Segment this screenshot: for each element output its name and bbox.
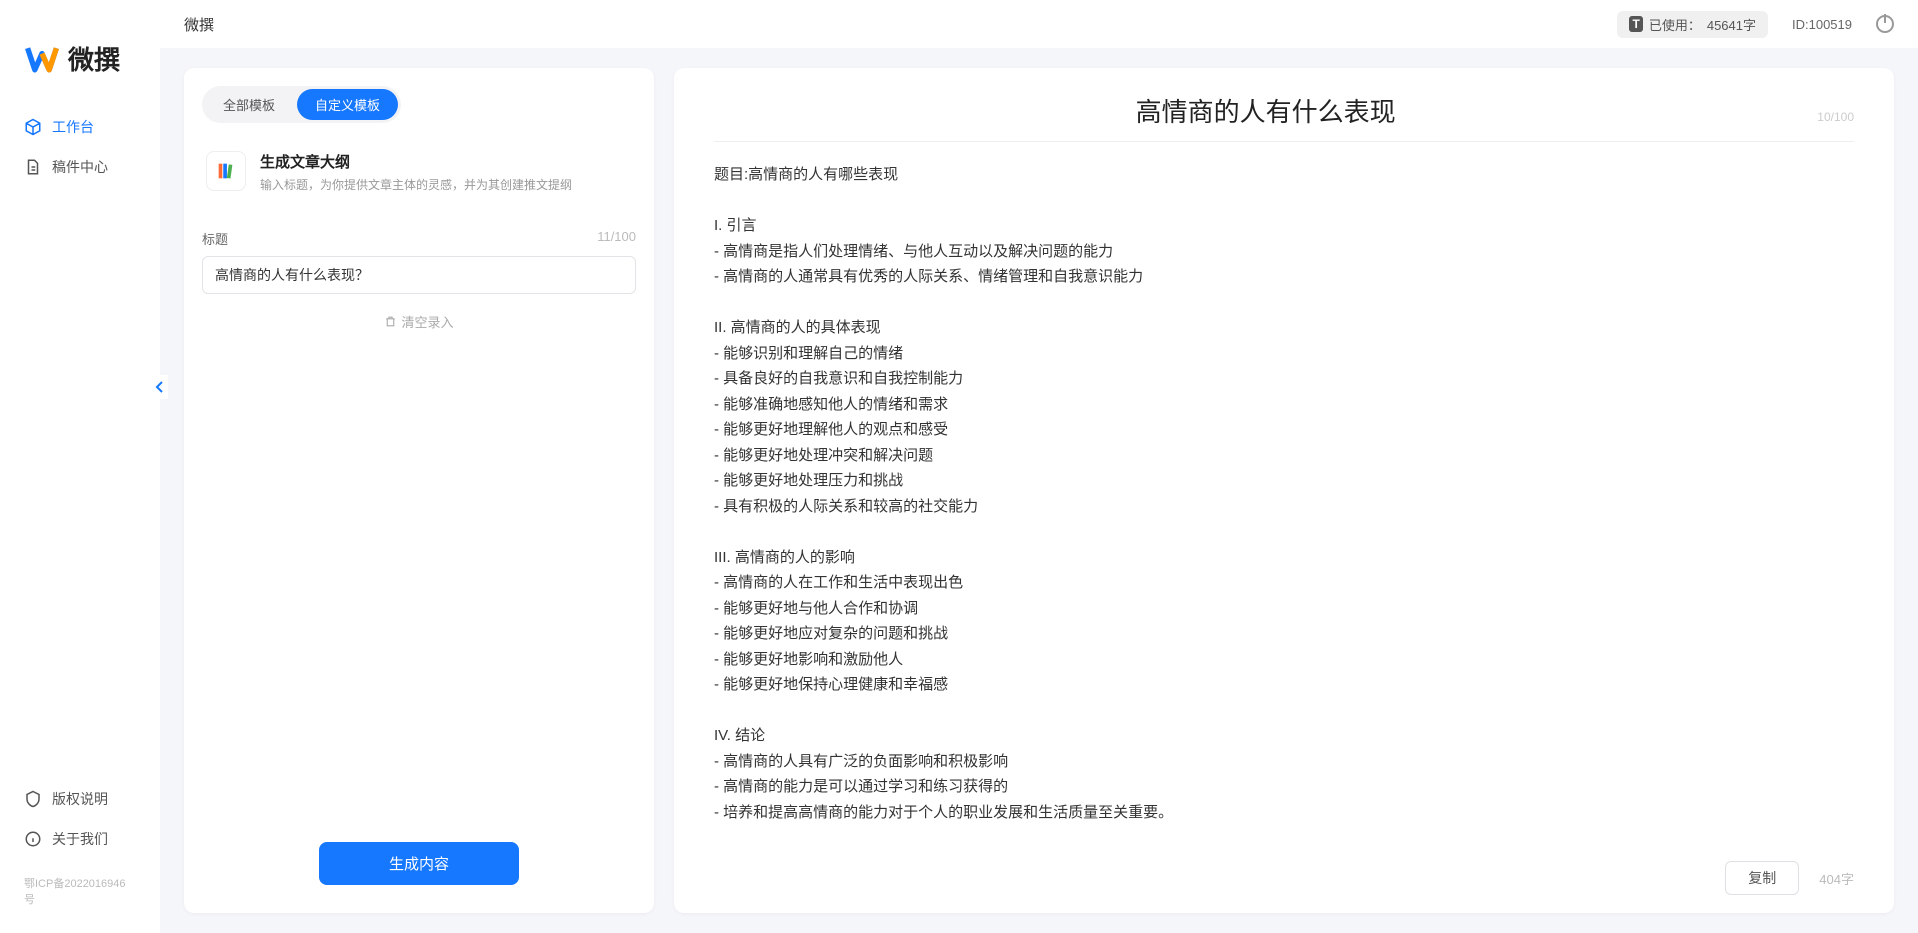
doc-title-row: 高情商的人有什么表现 10/100 [714,92,1854,142]
chevron-left-icon [155,381,165,393]
topbar-title: 微撰 [184,14,214,35]
clear-button[interactable]: 清空录入 [384,312,453,331]
tab-custom-templates[interactable]: 自定义模板 [297,89,398,120]
title-input[interactable] [202,256,636,294]
logo[interactable]: 微撰 [0,20,160,107]
usage-prefix: 已使用： [1649,15,1701,34]
doc-title-count: 10/100 [1817,110,1854,124]
topbar-right: T 已使用： 45641字 ID:100519 [1617,11,1894,38]
field-count: 11/100 [597,229,636,248]
template-card[interactable]: 生成文章大纲 输入标题，为你提供文章主体的灵感，并为其创建推文提纲 [202,143,636,201]
icp-text: 鄂ICP备2022016946号 [0,869,160,913]
text-icon: T [1629,16,1642,32]
user-id: ID:100519 [1792,17,1852,32]
books-icon [215,160,237,182]
power-icon[interactable] [1876,15,1894,33]
collapse-handle[interactable] [152,375,168,399]
doc-title[interactable]: 高情商的人有什么表现 [714,92,1817,129]
field-label: 标题 [202,229,228,248]
topbar: 微撰 T 已使用： 45641字 ID:100519 [160,0,1918,48]
logo-icon [24,41,60,77]
nav-item-drafts[interactable]: 稿件中心 [0,147,160,187]
template-info: 生成文章大纲 输入标题，为你提供文章主体的灵感，并为其创建推文提纲 [260,151,572,193]
content: 全部模板 自定义模板 生成文章大纲 输入标题，为你提供文章主体的灵感，并为其创建… [160,48,1918,933]
template-tabs: 全部模板 自定义模板 [202,86,401,123]
trash-icon [384,315,397,328]
nav-item-label: 稿件中心 [52,157,108,177]
panel-left: 全部模板 自定义模板 生成文章大纲 输入标题，为你提供文章主体的灵感，并为其创建… [184,68,654,913]
panel-right-footer: 复制 404字 [1725,861,1854,895]
template-title: 生成文章大纲 [260,151,572,172]
panel-right: 高情商的人有什么表现 10/100 题目:高情商的人有哪些表现 I. 引言 - … [674,68,1894,913]
sidebar: 微撰 工作台 稿件中心 版权说明 关于我们 鄂ICP备2022016946号 [0,0,160,933]
template-desc: 输入标题，为你提供文章主体的灵感，并为其创建推文提纲 [260,176,572,193]
word-count: 404字 [1819,869,1854,888]
cube-icon [24,118,42,136]
logo-text: 微撰 [68,40,120,77]
shield-icon [24,790,42,808]
copy-button[interactable]: 复制 [1725,861,1799,895]
usage-value: 45641字 [1707,15,1756,34]
document-icon [24,158,42,176]
footer-item-label: 版权说明 [52,789,108,809]
nav-item-label: 工作台 [52,117,94,137]
clear-label: 清空录入 [401,312,453,331]
footer-item-copyright[interactable]: 版权说明 [24,779,136,819]
nav-items: 工作台 稿件中心 [0,107,160,779]
template-icon [206,151,246,191]
doc-body[interactable]: 题目:高情商的人有哪些表现 I. 引言 - 高情商是指人们处理情绪、与他人互动以… [714,162,1854,825]
title-field-group: 标题 11/100 [202,229,636,294]
main: 微撰 T 已使用： 45641字 ID:100519 全部模板 自定义模板 [160,0,1918,933]
footer-item-label: 关于我们 [52,829,108,849]
tab-all-templates[interactable]: 全部模板 [205,89,293,120]
generate-button[interactable]: 生成内容 [319,842,519,885]
nav-item-workspace[interactable]: 工作台 [0,107,160,147]
info-icon [24,830,42,848]
usage-badge[interactable]: T 已使用： 45641字 [1617,11,1768,38]
sidebar-footer: 版权说明 关于我们 [0,779,160,869]
footer-item-about[interactable]: 关于我们 [24,819,136,859]
